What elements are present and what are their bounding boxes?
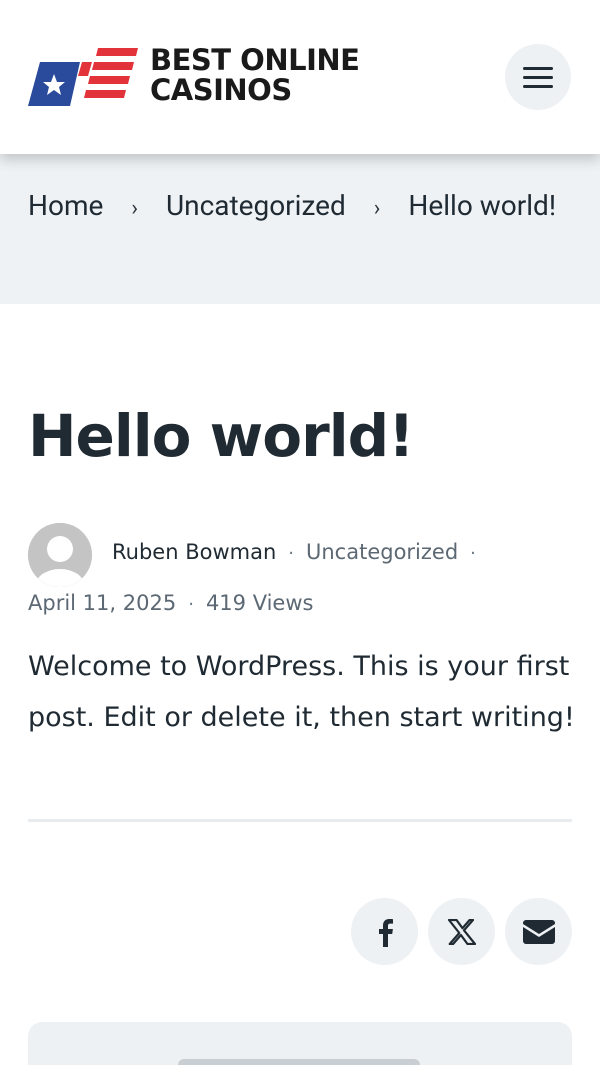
share-email-button[interactable] xyxy=(505,898,572,965)
facebook-icon xyxy=(378,918,393,947)
breadcrumb-category[interactable]: Uncategorized xyxy=(166,189,346,222)
logo-text: BEST ONLINE CASINOS xyxy=(150,43,360,107)
author-name[interactable]: Ruben Bowman xyxy=(112,540,276,564)
card-placeholder-bar xyxy=(178,1059,420,1065)
post-views: 419 Views xyxy=(205,591,314,615)
meta-separator: · xyxy=(470,543,476,564)
site-logo[interactable]: BEST ONLINE CASINOS xyxy=(28,43,360,107)
meta-separator: · xyxy=(288,543,294,564)
post-category-link[interactable]: Uncategorized xyxy=(306,540,458,564)
author-avatar[interactable] xyxy=(28,523,92,587)
email-icon xyxy=(522,919,555,944)
flag-logo-icon xyxy=(28,48,138,106)
breadcrumb: Home › Uncategorized › Hello world! xyxy=(0,154,600,304)
site-header: BEST ONLINE CASINOS xyxy=(0,0,600,154)
meta-separator: · xyxy=(188,594,194,615)
logo-line-2: CASINOS xyxy=(150,73,292,107)
share-x-button[interactable] xyxy=(428,898,495,965)
menu-button[interactable] xyxy=(505,44,571,110)
chevron-right-icon: › xyxy=(131,196,138,221)
post-meta-line-1: Ruben Bowman · Uncategorized · xyxy=(112,537,488,569)
post-title: Hello world! xyxy=(28,402,415,470)
post-body: Welcome to WordPress. This is your first… xyxy=(28,651,575,733)
share-facebook-button[interactable] xyxy=(351,898,418,965)
post-date: April 11, 2025 xyxy=(28,591,177,615)
x-icon xyxy=(447,918,476,945)
post-meta-line-2: April 11, 2025 · 419 Views xyxy=(28,588,313,620)
logo-line-1: BEST ONLINE xyxy=(150,43,360,77)
breadcrumb-home[interactable]: Home xyxy=(28,189,103,222)
breadcrumb-current: Hello world! xyxy=(408,189,557,222)
hamburger-menu-icon xyxy=(523,75,553,79)
user-placeholder-icon xyxy=(28,523,92,587)
content-divider xyxy=(28,819,572,822)
chevron-right-icon: › xyxy=(373,196,381,221)
author-box-card xyxy=(28,1022,572,1065)
